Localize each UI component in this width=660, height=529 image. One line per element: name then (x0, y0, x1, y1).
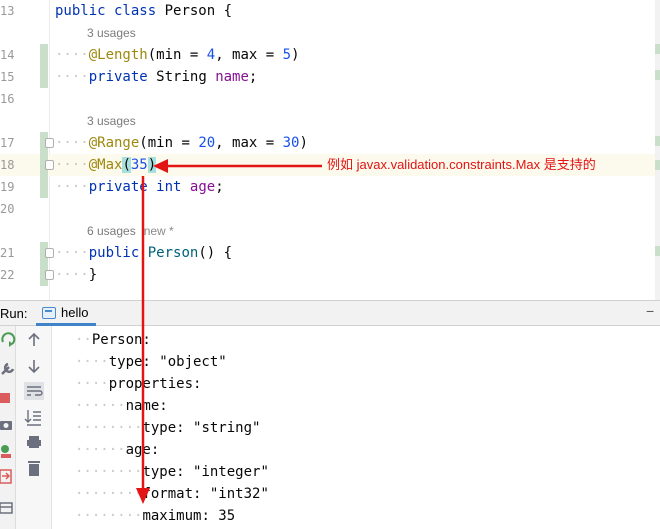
wrench-icon[interactable] (1, 362, 15, 375)
line-number: 22 (0, 268, 15, 282)
editor-error-stripe[interactable] (655, 0, 660, 300)
code-line[interactable]: 17 ····@Range(min = 20, max = 30) (0, 132, 660, 154)
line-number: 17 (0, 136, 15, 150)
run-label: Run: (0, 306, 28, 321)
change-stripe-mark[interactable] (655, 44, 660, 54)
code-editor[interactable]: 13 public class Person { 3 usages 14 ···… (0, 0, 660, 300)
line-number: 19 (0, 180, 15, 194)
code-line[interactable]: 16 (0, 88, 660, 110)
console-line: ····type: "object" (75, 354, 227, 370)
code-line[interactable]: 20 (0, 198, 660, 220)
new-author-hint: new * (143, 224, 174, 238)
console-toolbar (16, 326, 52, 529)
fold-icon[interactable] (45, 138, 54, 148)
console-line: ··Person: (75, 332, 151, 348)
console-line: ········format: "int32" (75, 486, 269, 502)
line-number: 16 (0, 92, 15, 106)
console-line: ······name: (75, 398, 168, 414)
rerun-icon[interactable] (1, 332, 16, 347)
run-tab-hello[interactable]: hello (36, 301, 97, 326)
trash-icon[interactable] (28, 461, 40, 476)
line-number: 20 (0, 202, 15, 216)
constructor-close: ····} (55, 267, 98, 283)
max-value: 35 (130, 157, 148, 173)
camera-icon[interactable] (0, 421, 12, 430)
change-stripe-mark[interactable] (655, 160, 660, 170)
usages-hint-row: 3 usages (0, 22, 660, 44)
line-number: 21 (0, 246, 15, 260)
code-line[interactable]: 19 ····private int age; (0, 176, 660, 198)
stop-icon[interactable] (0, 393, 10, 403)
console-line: ········type: "integer" (75, 464, 269, 480)
max-annotation: ····@Max(35) (55, 157, 157, 173)
run-tool-window-header: Run: hello − (0, 300, 660, 326)
line-number: 14 (0, 48, 15, 62)
constructor-declaration: ····public Person() { (55, 245, 233, 261)
change-stripe-mark[interactable] (655, 246, 660, 256)
usages-hint[interactable]: 6 usages new * (87, 224, 174, 238)
soft-wrap-icon[interactable] (24, 382, 44, 400)
code-line[interactable]: 21 ····public Person() { (0, 242, 660, 264)
name-field: ····private String name; (55, 69, 258, 85)
code-line[interactable]: 15 ····private String name; (0, 66, 660, 88)
fold-icon[interactable] (45, 248, 54, 258)
vcs-change-marker[interactable] (40, 44, 48, 66)
run-config-icon (42, 307, 56, 319)
annotation-callout: 例如 javax.validation.constraints.Max 是支持的 (327, 157, 596, 172)
line-number: 15 (0, 70, 15, 84)
usages-hint-row: 3 usages (0, 110, 660, 132)
usages-hint[interactable]: 3 usages (87, 114, 136, 128)
age-field: ····private int age; (55, 179, 224, 195)
down-arrow-icon[interactable] (28, 360, 40, 374)
exit-icon[interactable] (0, 469, 12, 484)
line-number: 13 (0, 4, 15, 18)
line-number: 18 (0, 158, 15, 172)
console-line: ····properties: (75, 376, 202, 392)
fold-icon[interactable] (45, 270, 54, 280)
console-output[interactable]: ··Person: ····type: "object" ····propert… (53, 326, 660, 529)
layout-icon[interactable] (0, 502, 13, 514)
code-line[interactable]: 14 ····@Length(min = 4, max = 5) (0, 44, 660, 66)
change-stripe-mark[interactable] (655, 136, 660, 146)
range-annotation: ····@Range(min = 20, max = 30) (55, 135, 308, 151)
up-arrow-icon[interactable] (28, 332, 40, 346)
run-tab-label: hello (61, 305, 89, 320)
settings-bug-icon[interactable] (1, 445, 11, 458)
vcs-change-marker[interactable] (40, 66, 48, 88)
console-line-maximum: ········maximum: 35 (75, 508, 236, 524)
console-line: ······age: (75, 442, 160, 458)
usages-hint-row: 6 usages new * (0, 220, 660, 242)
change-stripe-mark[interactable] (655, 70, 660, 80)
vcs-change-marker[interactable] (40, 176, 48, 198)
class-declaration: public class Person { (55, 3, 233, 19)
hide-button[interactable]: − (646, 303, 654, 319)
fold-icon[interactable] (45, 160, 54, 170)
run-left-toolbar (0, 326, 16, 529)
print-icon[interactable] (27, 436, 41, 448)
console-line: ········type: "string" (75, 420, 261, 436)
usages-hint[interactable]: 3 usages (87, 26, 136, 40)
length-annotation: ····@Length(min = 4, max = 5) (55, 47, 300, 63)
scroll-to-end-icon[interactable] (24, 410, 41, 426)
code-line[interactable]: 13 public class Person { (0, 0, 660, 22)
code-line[interactable]: 22 ····} (0, 264, 660, 286)
